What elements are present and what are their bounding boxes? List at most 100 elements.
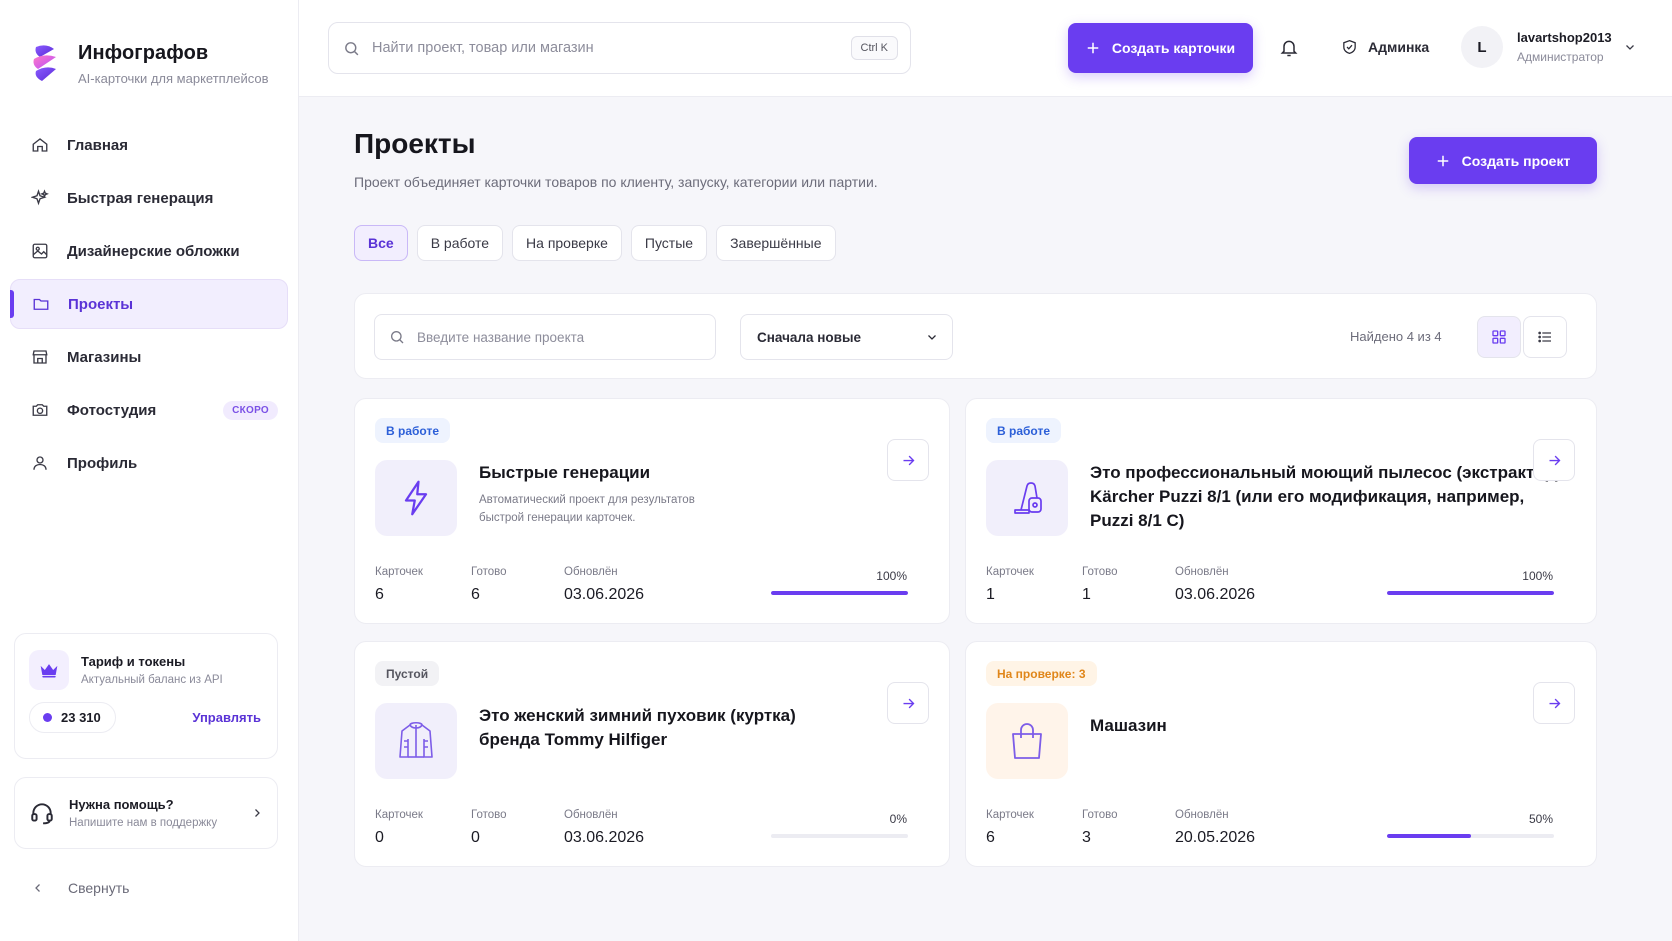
project-title: Это женский зимний пуховик (куртка) брен… — [479, 706, 796, 749]
vacuum-icon — [986, 460, 1068, 536]
balance-value: 23 310 — [61, 710, 101, 725]
stat-value: 0 — [471, 829, 480, 846]
stat-label: Карточек — [986, 566, 1034, 578]
progress-bar — [771, 591, 908, 595]
create-cards-button[interactable]: Создать карточки — [1068, 23, 1253, 73]
tariff-subtitle: Актуальный баланс из API — [81, 674, 223, 686]
filter-completed[interactable]: Завершённые — [716, 225, 836, 261]
grid-view-button[interactable] — [1477, 316, 1521, 358]
page-title: Проекты — [354, 128, 476, 159]
global-search[interactable]: Ctrl K — [328, 22, 911, 74]
sidebar-item-quick-generation[interactable]: Быстрая генерация — [10, 173, 288, 223]
project-card[interactable]: В работе Это профессиональный моющий пыл… — [965, 398, 1597, 624]
tariff-card: Тариф и токены Актуальный баланс из API … — [14, 633, 278, 759]
search-icon — [391, 331, 404, 344]
open-project-button[interactable] — [887, 439, 929, 481]
open-project-button[interactable] — [1533, 682, 1575, 724]
sidebar-item-stores[interactable]: Магазины — [10, 332, 288, 382]
brand-title: Инфографов — [78, 42, 209, 64]
app: Инфографов AI-карточки для маркетплейсов… — [0, 0, 1672, 941]
status-filters: Все В работе На проверке Пустые Завершён… — [354, 225, 845, 261]
arrow-right-icon — [903, 455, 914, 465]
sort-value: Сначала новые — [757, 329, 861, 345]
camera-icon — [30, 400, 50, 420]
sidebar-item-photostudio[interactable]: Фотостудия СКОРО — [10, 385, 288, 435]
collapse-label: Свернуть — [68, 880, 130, 896]
help-card[interactable]: Нужна помощь? Напишите нам в поддержку — [14, 777, 278, 849]
stat-label: Готово — [471, 809, 507, 821]
list-view-button[interactable] — [1523, 316, 1567, 358]
progress-bar — [771, 834, 908, 838]
stat-label: Готово — [1082, 566, 1118, 578]
sidebar-item-projects[interactable]: Проекты — [10, 279, 288, 329]
status-badge: В работе — [375, 418, 450, 443]
stat-label: Карточек — [375, 809, 423, 821]
user-name: lavartshop2013 — [1517, 30, 1612, 45]
brand-subtitle: AI-карточки для маркетплейсов — [78, 71, 269, 86]
sort-select[interactable]: Сначала новые — [740, 314, 953, 360]
brand-logo-icon — [33, 45, 56, 81]
sidebar-item-home[interactable]: Главная — [10, 120, 288, 170]
filter-all[interactable]: Все — [354, 225, 408, 261]
filter-empty[interactable]: Пустые — [630, 225, 708, 261]
image-icon — [30, 241, 50, 261]
stat-ready: Готово 0 — [471, 809, 507, 847]
stat-value: 03.06.2026 — [1175, 586, 1256, 603]
stat-cards: Карточек 1 — [986, 566, 1034, 604]
shopping-bag-icon — [986, 703, 1068, 779]
stat-updated: Обновлён 03.06.2026 — [564, 809, 644, 847]
status-badge: На проверке: 3 — [986, 661, 1097, 686]
user-menu[interactable]: L lavartshop2013 Администратор — [1461, 26, 1636, 68]
create-project-button[interactable]: Создать проект — [1409, 137, 1597, 184]
filter-review[interactable]: На проверке — [512, 225, 622, 261]
stat-label: Карточек — [375, 566, 423, 578]
sidebar-item-label: Фотостудия — [67, 401, 157, 419]
status-badge: В работе — [986, 418, 1061, 443]
arrow-right-icon — [1549, 698, 1560, 708]
create-cards-label: Создать карточки — [1111, 40, 1236, 56]
stat-value: 1 — [986, 586, 995, 603]
project-card[interactable]: В работе Быстрые генерации Автоматически… — [354, 398, 950, 624]
admin-label: Админка — [1368, 39, 1430, 55]
progress-bar — [1387, 834, 1554, 838]
bell-icon — [1280, 40, 1298, 57]
sidebar: Инфографов AI-карточки для маркетплейсов… — [0, 0, 299, 941]
project-search[interactable] — [374, 314, 716, 360]
search-shortcut: Ctrl K — [850, 36, 898, 60]
collapse-button[interactable]: Свернуть — [32, 880, 129, 896]
stat-value: 03.06.2026 — [564, 829, 645, 846]
help-subtitle: Напишите нам в поддержку — [69, 817, 218, 829]
grid-icon — [1492, 330, 1506, 344]
stat-label: Обновлён — [1175, 566, 1229, 578]
project-title: Быстрые генерации — [479, 463, 651, 482]
open-project-button[interactable] — [887, 682, 929, 724]
project-card[interactable]: На проверке: 3 Машазин Карточек 6 Готово… — [965, 641, 1597, 867]
sidebar-item-label: Дизайнерские обложки — [67, 242, 240, 260]
help-title: Нужна помощь? — [69, 797, 174, 812]
sidebar-item-label: Профиль — [67, 454, 138, 472]
search-icon — [345, 41, 359, 55]
open-project-button[interactable] — [1533, 439, 1575, 481]
admin-link[interactable]: Админка — [1341, 38, 1429, 56]
user-icon — [30, 453, 50, 473]
project-title: Это профессиональный моющий пылесос (экс… — [1090, 463, 1561, 530]
manage-link[interactable]: Управлять — [192, 710, 261, 725]
project-search-input[interactable] — [417, 329, 715, 345]
brand[interactable]: Инфографов AI-карточки для маркетплейсов — [0, 0, 298, 96]
sidebar-item-designer-covers[interactable]: Дизайнерские обложки — [10, 226, 288, 276]
project-title: Машазин — [1090, 716, 1167, 735]
token-balance: 23 310 — [29, 702, 116, 733]
status-badge: Пустой — [375, 661, 440, 686]
filter-in-progress[interactable]: В работе — [416, 225, 504, 261]
stat-label: Обновлён — [1175, 809, 1229, 821]
global-search-input[interactable] — [372, 40, 851, 56]
stat-cards: Карточек 0 — [375, 809, 423, 847]
found-count: Найдено 4 из 4 — [1350, 329, 1442, 344]
stat-value: 6 — [375, 586, 384, 603]
user-role: Администратор — [1517, 50, 1604, 64]
project-card[interactable]: Пустой Это женский зимний пуховик (куртк… — [354, 641, 950, 867]
stat-value: 6 — [471, 586, 480, 603]
sidebar-item-profile[interactable]: Профиль — [10, 438, 288, 488]
notifications-button[interactable] — [1279, 37, 1299, 64]
home-icon — [30, 135, 50, 155]
